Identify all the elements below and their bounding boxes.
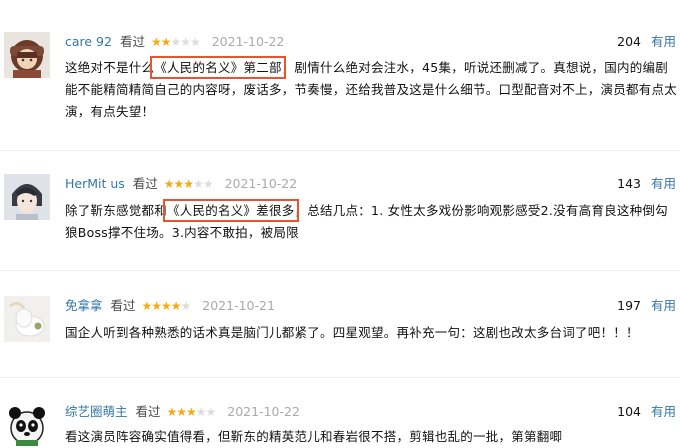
highlighted-title: 《人民的名义》第二部 — [150, 56, 286, 79]
useful-vote: 143 有用 — [617, 174, 676, 194]
review-date: 2021-10-21 — [202, 298, 275, 313]
review-text: 看这演员阵容确实值得看，但靳东的精英范儿和春岩很不搭，剪辑也乱的一批，第第翻唧 — [65, 429, 563, 444]
watched-label: 看过 — [119, 34, 145, 49]
review-date: 2021-10-22 — [211, 34, 285, 49]
review-meta: 综艺圈萌主 看过 ★★★★★ 2021-10-22 — [65, 402, 300, 422]
avatar[interactable] — [4, 174, 50, 220]
review-date: 2021-10-22 — [227, 404, 300, 419]
review-meta: 免拿拿 看过 ★★★★★ 2021-10-21 — [65, 296, 275, 316]
useful-count: 204 — [617, 34, 641, 49]
watched-label: 看过 — [110, 298, 136, 313]
watched-label: 看过 — [132, 176, 158, 191]
useful-vote: 204 有用 — [617, 32, 676, 52]
review-text: 国企人听到各种熟悉的话术真是脑门儿都紧了。四星观望。再补充一句：这剧也改太多台词… — [65, 325, 639, 340]
rating-stars: ★★★★★ — [166, 405, 217, 419]
useful-button[interactable]: 有用 — [651, 176, 676, 191]
watched-label: 看过 — [135, 404, 161, 419]
divider — [0, 270, 680, 271]
username-link[interactable]: HerMit us — [65, 176, 125, 191]
review-text: 这绝对不是什么《人民的名义》第二部，剧情什么绝对会注水，45集，听说还删减了。真… — [65, 56, 679, 123]
review-meta: HerMit us 看过 ★★★★★ 2021-10-22 — [65, 174, 297, 194]
highlighted-title: 《人民的名义》差很多 — [163, 199, 299, 222]
useful-count: 197 — [617, 298, 641, 313]
useful-vote: 197 有用 — [617, 296, 676, 316]
review-meta: care 92 看过 ★★★★★ 2021-10-22 — [65, 32, 284, 52]
username-link[interactable]: 综艺圈萌主 — [65, 404, 128, 419]
useful-button[interactable]: 有用 — [651, 298, 676, 313]
username-link[interactable]: 免拿拿 — [65, 298, 103, 313]
review-text-part: 除了靳东感觉都和 — [65, 203, 168, 218]
review-text-part: 这绝对不是什么 — [65, 60, 155, 75]
rating-stars: ★★★★★ — [163, 177, 214, 191]
rating-stars: ★★★★★ — [141, 299, 192, 313]
divider — [0, 150, 680, 151]
useful-button[interactable]: 有用 — [651, 404, 676, 419]
useful-count: 104 — [617, 404, 641, 419]
useful-vote: 104 有用 — [617, 402, 676, 422]
avatar[interactable] — [4, 296, 50, 342]
rating-stars: ★★★★★ — [150, 35, 201, 49]
avatar[interactable] — [4, 402, 50, 448]
review-text: 除了靳东感觉都和《人民的名义》差很多，总结几点：1. 女性太多戏份影响观影感受2… — [65, 199, 679, 244]
useful-button[interactable]: 有用 — [651, 34, 676, 49]
avatar[interactable] — [4, 32, 50, 78]
review-date: 2021-10-22 — [224, 176, 298, 191]
username-link[interactable]: care 92 — [65, 34, 112, 49]
useful-count: 143 — [617, 176, 641, 191]
divider — [0, 377, 680, 378]
